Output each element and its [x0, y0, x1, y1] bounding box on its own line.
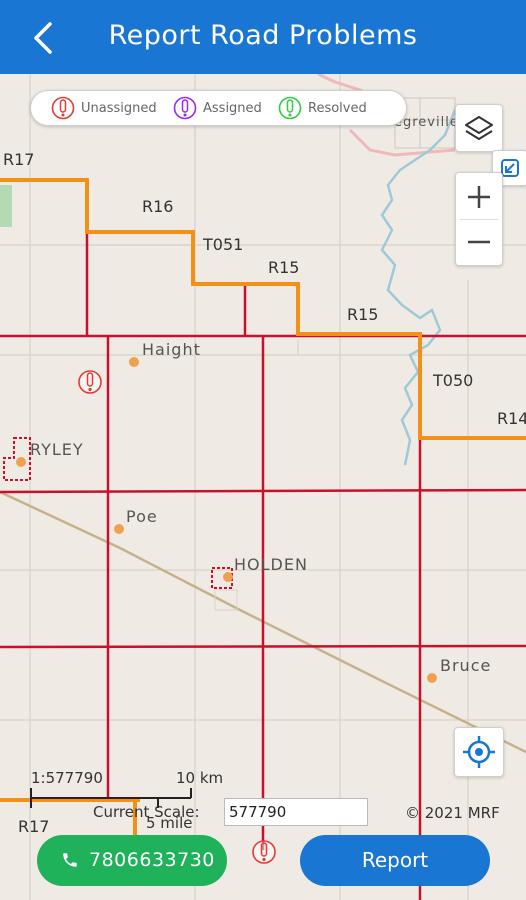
map-legend: Unassigned Assigned Resolved: [30, 90, 407, 126]
legend-item-resolved: Resolved: [278, 96, 367, 120]
locate-button[interactable]: [454, 727, 504, 777]
call-phone-button[interactable]: 7806633730: [37, 835, 227, 886]
zoom-controls: [455, 172, 503, 266]
resolved-marker-icon: [278, 96, 302, 120]
road-label: R16: [142, 197, 173, 216]
scale-ratio: 1:577790: [31, 769, 103, 787]
road-label: R15: [268, 258, 299, 277]
map-copyright: © 2021 MRF: [405, 804, 500, 822]
zoom-out-icon: [468, 240, 490, 244]
legend-item-unassigned: Unassigned: [51, 96, 157, 120]
place-label-ryley: RYLEY: [30, 440, 84, 459]
layers-button[interactable]: [455, 104, 503, 152]
place-label-haight: Haight: [142, 340, 201, 359]
place-label-holden: HOLDEN: [234, 555, 308, 574]
scale-km: 10 km: [176, 769, 224, 787]
locate-icon: [463, 736, 495, 768]
page-title: Report Road Problems: [108, 20, 418, 51]
place-dot-bruce: [427, 673, 437, 683]
place-dot-holden: [223, 572, 233, 582]
legend-label: Resolved: [308, 100, 367, 116]
place-label-poe: Poe: [126, 507, 158, 526]
road-label: T051: [202, 235, 243, 254]
unassigned-marker-icon: [51, 96, 75, 120]
road-label: R17: [3, 150, 34, 169]
report-button[interactable]: Report: [300, 835, 490, 886]
current-scale-input[interactable]: [224, 798, 368, 826]
place-dot-poe: [114, 524, 124, 534]
place-dot-haight: [129, 357, 139, 367]
place-label-bruce: Bruce: [440, 656, 491, 675]
road-label: R14: [497, 409, 526, 428]
problem-marker-icon[interactable]: [252, 840, 276, 864]
place-dot-ryley: [16, 457, 26, 467]
app-header: Report Road Problems: [0, 0, 526, 74]
assigned-marker-icon: [173, 96, 197, 120]
phone-number: 7806633730: [89, 849, 215, 871]
zoom-out-button[interactable]: [456, 219, 502, 265]
legend-item-assigned: Assigned: [173, 96, 262, 120]
layers-icon: [465, 116, 493, 140]
current-scale-label: Current Scale:: [93, 803, 200, 821]
zoom-in-button[interactable]: [456, 173, 502, 219]
zoom-in-icon: [468, 186, 490, 208]
problem-marker-icon[interactable]: [78, 370, 102, 394]
phone-icon: [63, 853, 77, 867]
report-button-label: Report: [361, 848, 429, 872]
road-label: T050: [432, 371, 473, 390]
legend-label: Assigned: [203, 100, 262, 116]
legend-label: Unassigned: [81, 100, 157, 116]
road-label: R17: [18, 817, 49, 836]
road-label: R15: [347, 305, 378, 324]
